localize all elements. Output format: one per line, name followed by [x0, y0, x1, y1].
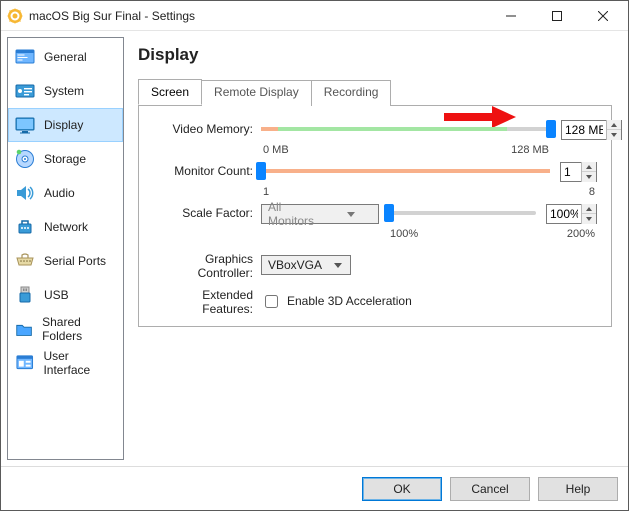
ok-button[interactable]: OK [362, 477, 442, 501]
minimize-button[interactable] [488, 2, 534, 30]
serial-ports-icon [14, 250, 36, 272]
video-memory-max: 128 MB [511, 144, 549, 156]
audio-icon [14, 182, 36, 204]
maximize-button[interactable] [534, 2, 580, 30]
tab-screen[interactable]: Screen [138, 79, 202, 105]
scale-factor-slider[interactable] [389, 205, 536, 223]
shared-folders-icon [14, 318, 34, 340]
spin-up-icon[interactable] [607, 120, 621, 130]
sidebar-item-network[interactable]: Network [8, 210, 123, 244]
monitor-count-max: 8 [589, 186, 595, 198]
sidebar-item-system[interactable]: System [8, 74, 123, 108]
spin-up-icon[interactable] [582, 204, 596, 214]
sidebar-item-label: Network [44, 220, 88, 234]
sidebar-item-display[interactable]: Display [8, 108, 123, 142]
sidebar-item-shared-folders[interactable]: Shared Folders [8, 312, 123, 346]
scale-factor-max: 200% [567, 228, 595, 240]
chevron-down-icon [328, 263, 348, 268]
enable-3d-label: Enable 3D Acceleration [287, 294, 412, 308]
monitor-count-min: 1 [263, 186, 269, 198]
app-icon [7, 8, 23, 24]
graphics-controller-text: VBoxVGA [268, 258, 322, 272]
monitor-count-value[interactable] [561, 163, 581, 181]
tabs: Screen Remote Display Recording [138, 79, 612, 105]
spin-down-icon[interactable] [582, 172, 596, 182]
video-memory-label: Video Memory: [153, 120, 261, 136]
usb-icon [14, 284, 36, 306]
titlebar: macOS Big Sur Final - Settings [1, 1, 628, 31]
sidebar-item-label: Serial Ports [44, 254, 106, 268]
main-panel: Display Screen Remote Display Recording … [124, 37, 622, 460]
graphics-controller-label: Graphics Controller: [153, 250, 261, 280]
general-icon [14, 46, 36, 68]
sidebar-item-label: USB [44, 288, 69, 302]
sidebar-item-label: General [44, 50, 87, 64]
display-icon [14, 114, 36, 136]
sidebar-item-usb[interactable]: USB [8, 278, 123, 312]
sidebar-item-label: Audio [44, 186, 75, 200]
user-interface-icon [14, 352, 35, 374]
sidebar-item-general[interactable]: General [8, 40, 123, 74]
sidebar-item-label: Storage [44, 152, 86, 166]
sidebar-item-label: Shared Folders [42, 315, 117, 343]
spin-down-icon[interactable] [582, 214, 596, 224]
spin-up-icon[interactable] [582, 162, 596, 172]
sidebar-item-serial-ports[interactable]: Serial Ports [8, 244, 123, 278]
network-icon [14, 216, 36, 238]
video-memory-value[interactable] [562, 121, 606, 139]
scale-factor-value[interactable] [547, 205, 581, 223]
scale-factor-monitor-combo[interactable]: All Monitors [261, 204, 379, 224]
enable-3d-checkbox-input[interactable] [265, 295, 278, 308]
scale-factor-label: Scale Factor: [153, 204, 261, 220]
chevron-down-icon [325, 212, 376, 217]
video-memory-spinner[interactable] [561, 120, 622, 140]
video-memory-slider[interactable] [261, 121, 551, 139]
tab-remote-display[interactable]: Remote Display [201, 80, 312, 106]
sidebar-item-label: System [44, 84, 84, 98]
sidebar-item-storage[interactable]: Storage [8, 142, 123, 176]
dialog-footer: OK Cancel Help [1, 466, 628, 510]
tab-recording[interactable]: Recording [311, 80, 392, 106]
extended-features-label: Extended Features: [153, 286, 261, 316]
tab-panel-screen: Video Memory: [138, 105, 612, 327]
sidebar-item-audio[interactable]: Audio [8, 176, 123, 210]
monitor-count-label: Monitor Count: [153, 162, 261, 178]
close-button[interactable] [580, 2, 626, 30]
page-title: Display [138, 45, 612, 65]
scale-factor-combo-text: All Monitors [268, 200, 319, 228]
settings-sidebar: General System Display Storage Audio Net… [7, 37, 124, 460]
sidebar-item-label: Display [44, 118, 83, 132]
window-title: macOS Big Sur Final - Settings [29, 9, 488, 23]
storage-icon [14, 148, 36, 170]
system-icon [14, 80, 36, 102]
spin-down-icon[interactable] [607, 130, 621, 140]
help-button[interactable]: Help [538, 477, 618, 501]
video-memory-min: 0 MB [263, 144, 289, 156]
monitor-count-spinner[interactable] [560, 162, 597, 182]
scale-factor-min: 100% [390, 228, 418, 240]
sidebar-item-user-interface[interactable]: User Interface [8, 346, 123, 380]
sidebar-item-label: User Interface [43, 349, 117, 377]
graphics-controller-combo[interactable]: VBoxVGA [261, 255, 351, 275]
enable-3d-acceleration-checkbox[interactable]: Enable 3D Acceleration [261, 292, 597, 311]
scale-factor-spinner[interactable] [546, 204, 597, 224]
cancel-button[interactable]: Cancel [450, 477, 530, 501]
monitor-count-slider[interactable] [261, 163, 550, 181]
